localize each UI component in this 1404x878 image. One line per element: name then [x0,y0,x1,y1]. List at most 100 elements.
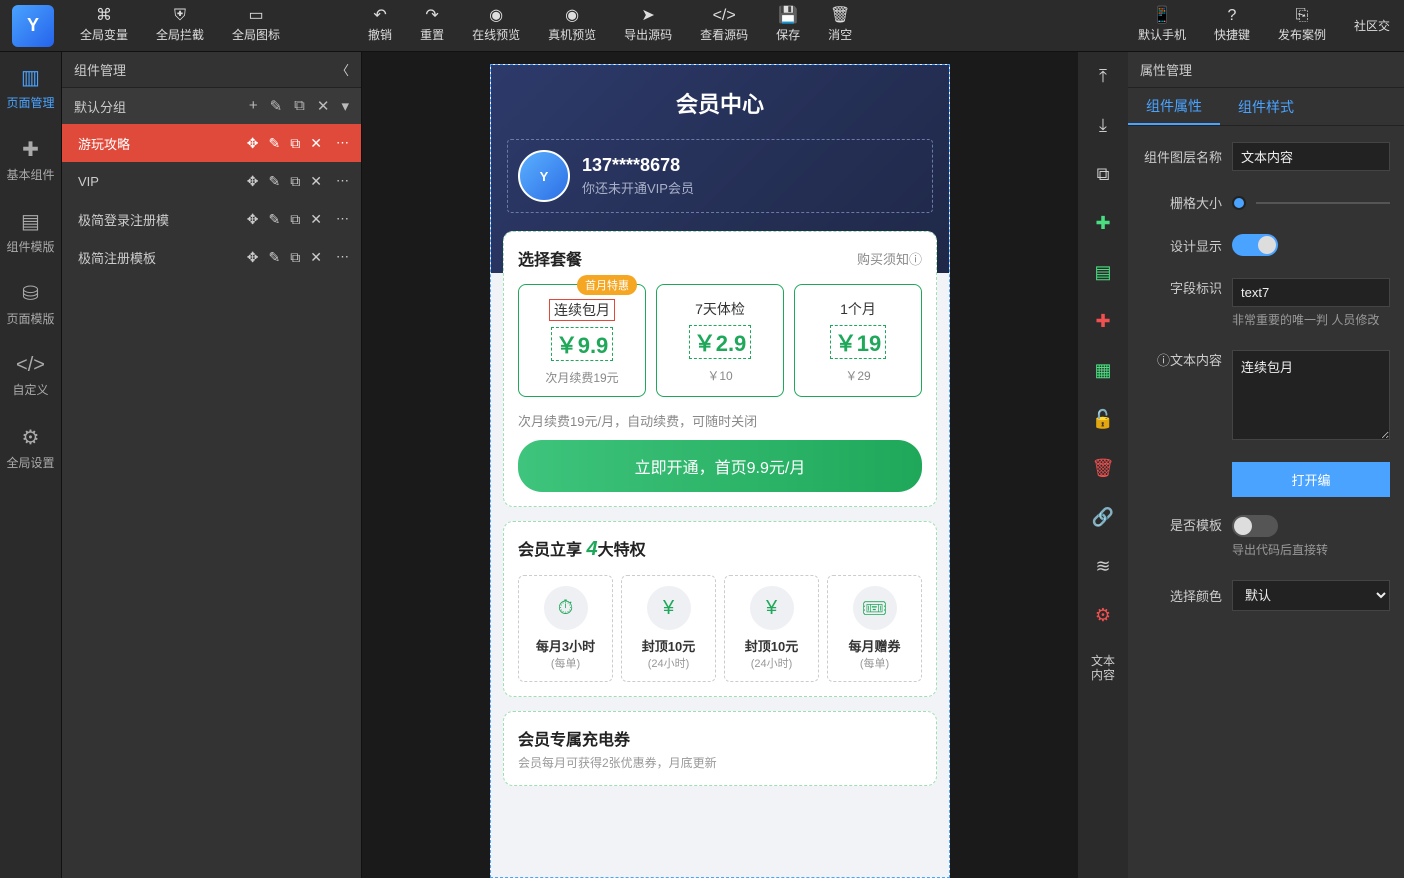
group-title: 默认分组 [74,97,249,116]
text-content-input[interactable] [1232,350,1390,440]
save-icon: 💾 [778,8,798,24]
plan-option[interactable]: 7天体检 ￥2.9 ￥10 [656,284,784,397]
copy-icon[interactable]: ⧉ [294,97,305,115]
puzzle-icon[interactable]: ✚ [1095,213,1110,234]
add-page-icon[interactable]: ▦ [1094,360,1111,381]
plan-price: ￥9.9 [551,327,614,361]
view-src-button[interactable]: </>查看源码 [686,0,762,52]
text-content-label: ⓘ文本内容 [1142,350,1222,369]
database-icon: ⛁ [22,281,39,306]
sidebar-item-comp-template[interactable]: ▤组件模版 [0,196,61,268]
ad-icon: ▭ [248,8,263,24]
section-title: 选择套餐 [518,246,582,270]
document-icon[interactable]: ▤ [1094,262,1111,283]
plus-icon[interactable]: + [249,97,258,115]
sidebar-item-global-setting[interactable]: ⚙全局设置 [0,412,61,484]
plan-name: 7天体检 [661,299,779,319]
more-icon[interactable]: ⋯ [336,249,349,265]
publish-button[interactable]: ⎘发布案例 [1264,0,1340,52]
canvas-area[interactable]: 会员中心 Y 137****8678 你还未开通VIP会员 选择套餐 购买须知ⓘ… [362,52,1078,878]
plan-option[interactable]: 1个月 ￥19 ￥29 [794,284,922,397]
prop-panel-header: 属性管理 [1128,52,1404,88]
close-icon[interactable]: ✕ [317,97,330,115]
more-icon[interactable]: ⋯ [336,135,349,151]
arrow-down-icon[interactable]: ⤓ [1099,115,1107,136]
group-header[interactable]: 默认分组 + ✎ ⧉ ✕ ▾ [62,88,361,124]
close-icon[interactable]: ✕ [310,135,322,152]
collapse-icon[interactable]: 〈 [336,60,349,79]
puzzle-out-icon[interactable]: ✚ [1095,311,1110,332]
copy-icon[interactable]: ⧉ [290,173,300,190]
clear-button[interactable]: 🗑消空 [814,0,866,52]
gear-icon[interactable]: ⚙ [1095,605,1111,626]
shortcut-button[interactable]: ?快捷键 [1200,0,1264,52]
is-template-toggle[interactable] [1232,515,1278,537]
text-content-button[interactable]: 文本内容 [1091,654,1115,683]
lock-icon[interactable]: 🔓 [1092,409,1114,430]
copy-icon[interactable]: ⧉ [1097,164,1110,185]
list-item[interactable]: 极简注册模板 ✥✎⧉✕ ⋯ [62,238,361,276]
sidebar-item-page-template[interactable]: ⛁页面模版 [0,268,61,340]
chevron-down-icon[interactable]: ▾ [341,97,349,115]
sidebar-item-basic-comp[interactable]: ✚基本组件 [0,124,61,196]
privilege-item: ¥封顶10元(24小时) [621,575,716,682]
tab-comp-style[interactable]: 组件样式 [1220,88,1312,125]
move-icon[interactable]: ✥ [247,211,259,228]
close-icon[interactable]: ✕ [310,249,322,266]
open-vip-button[interactable]: 立即开通，首页9.9元/月 [518,440,922,492]
more-icon[interactable]: ⋯ [336,173,349,189]
global-block-button[interactable]: ⛨全局拦截 [142,0,218,52]
preview-online-button[interactable]: ◉在线预览 [458,0,534,52]
buy-notice-link[interactable]: 购买须知ⓘ [857,249,922,268]
edit-icon[interactable]: ✎ [269,173,281,190]
phone-preview[interactable]: 会员中心 Y 137****8678 你还未开通VIP会员 选择套餐 购买须知ⓘ… [490,64,950,878]
export-src-button[interactable]: ➤导出源码 [610,0,686,52]
tab-comp-props[interactable]: 组件属性 [1128,88,1220,125]
list-item[interactable]: 极简登录注册模 ✥ ✎ ⧉ ✕ ⋯ [62,200,361,238]
global-var-button[interactable]: ⌘全局变量 [66,0,142,52]
sidebar-item-page-manage[interactable]: ▥页面管理 [0,52,61,124]
close-icon[interactable]: ✕ [310,173,322,190]
move-icon[interactable]: ✥ [247,173,259,190]
default-phone-button[interactable]: 📱默认手机 [1124,0,1200,52]
grid-size-slider[interactable] [1232,196,1246,210]
open-editor-button[interactable]: 打开编 [1232,462,1390,497]
list-item-label: 游玩攻略 [74,134,247,153]
community-button[interactable]: 社区交 [1340,0,1404,52]
copy-icon[interactable]: ⧉ [290,211,300,228]
edit-icon[interactable]: ✎ [269,211,281,228]
save-button[interactable]: 💾保存 [762,0,814,52]
edit-icon[interactable]: ✎ [270,97,283,115]
list-item[interactable]: 游玩攻略 ✥ ✎ ⧉ ✕ ⋯ [62,124,361,162]
edit-icon[interactable]: ✎ [269,135,281,152]
close-icon[interactable]: ✕ [310,211,322,228]
edit-icon[interactable]: ✎ [269,249,281,266]
gear-icon: ⚙ [22,425,40,450]
trash-icon[interactable]: 🗑 [1092,458,1115,479]
undo-button[interactable]: ↶撤销 [354,0,406,52]
plan-option[interactable]: 首月特惠 连续包月 ￥9.9 次月续费19元 [518,284,646,397]
select-color-dropdown[interactable]: 默认 [1232,580,1390,611]
link-icon[interactable]: 🔗 [1092,507,1114,528]
list-item[interactable]: VIP ✥✎⧉✕ ⋯ [62,162,361,200]
copy-icon[interactable]: ⧉ [290,249,300,266]
design-show-toggle[interactable] [1232,234,1278,256]
eye-icon: ◉ [565,8,579,24]
preview-device-button[interactable]: ◉真机预览 [534,0,610,52]
template-icon: ▤ [21,209,40,234]
sidebar-item-custom[interactable]: </>自定义 [0,340,61,412]
list-item-label: 极简登录注册模 [74,210,247,229]
arrow-up-icon[interactable]: ⤒ [1099,66,1107,87]
plan-card: 选择套餐 购买须知ⓘ 首月特惠 连续包月 ￥9.9 次月续费19元 7天体检 ￥… [503,231,937,507]
field-id-input[interactable] [1232,278,1390,307]
layer-name-input[interactable] [1232,142,1390,171]
move-icon[interactable]: ✥ [247,135,259,152]
coupon-card: 会员专属充电券 会员每月可获得2张优惠券，月底更新 [503,711,937,786]
grid-size-label: 栅格大小 [1142,193,1222,212]
global-icon-button[interactable]: ▭全局图标 [218,0,294,52]
reset-button[interactable]: ↷重置 [406,0,458,52]
copy-icon[interactable]: ⧉ [290,135,300,152]
layers-icon[interactable]: ≋ [1095,556,1110,577]
more-icon[interactable]: ⋯ [336,211,349,227]
move-icon[interactable]: ✥ [247,249,259,266]
